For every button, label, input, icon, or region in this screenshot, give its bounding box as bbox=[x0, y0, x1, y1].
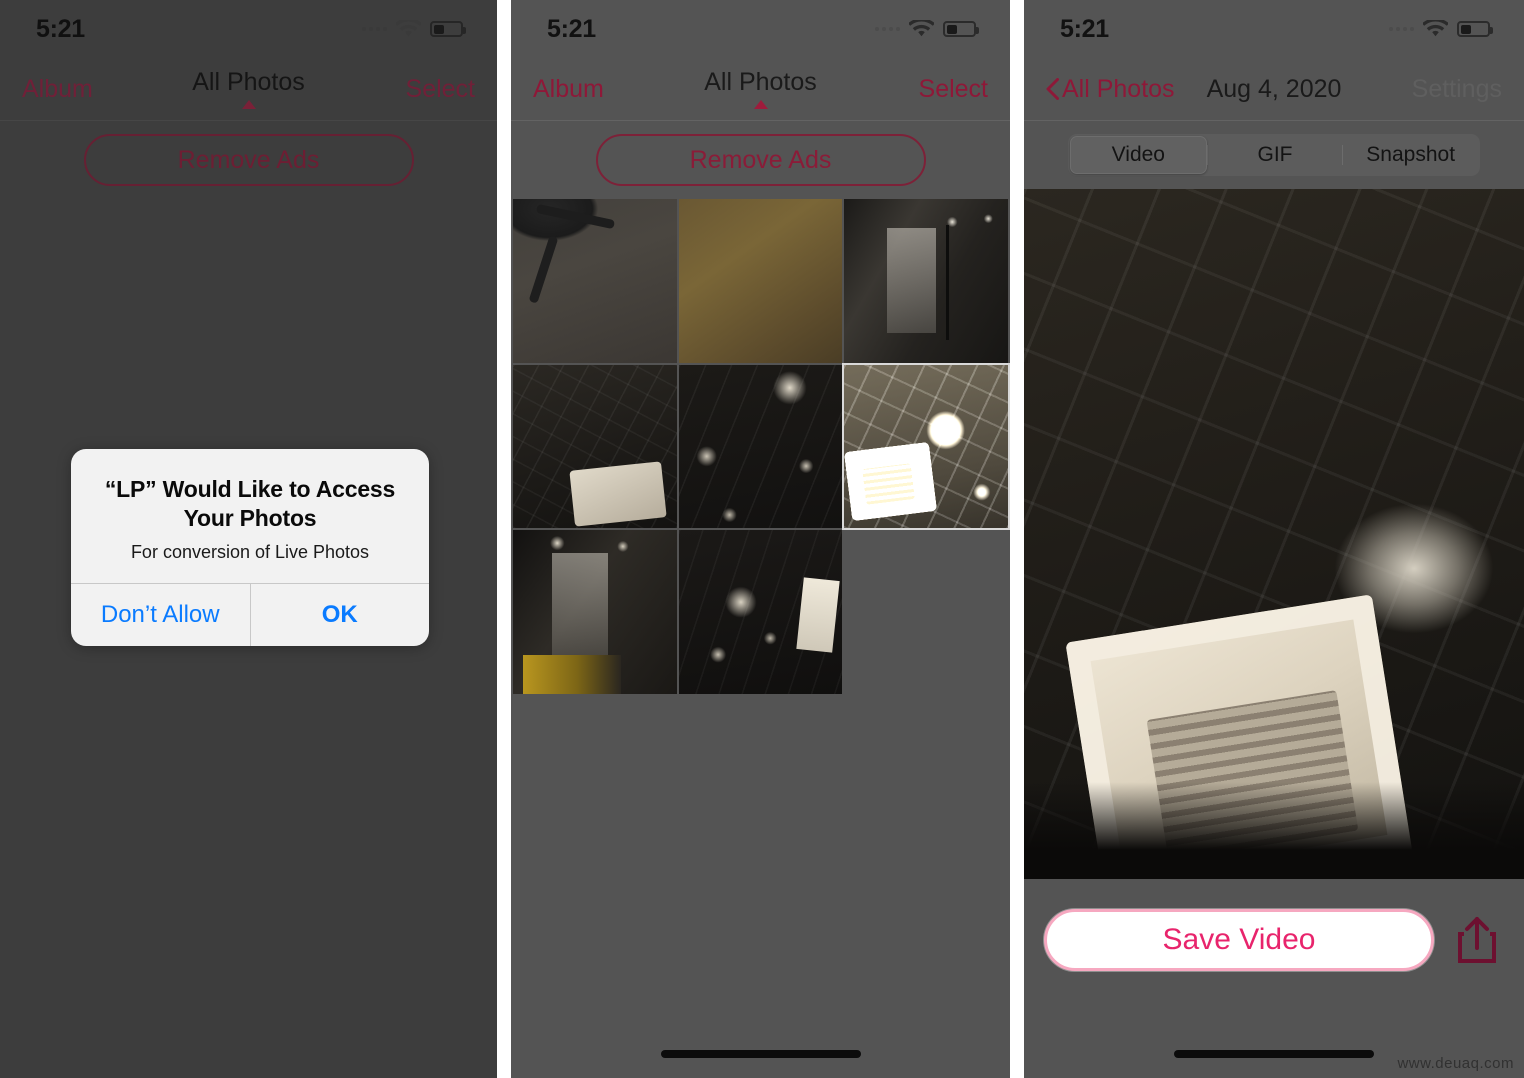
remove-ads-row: Remove Ads bbox=[511, 121, 1010, 199]
photo-thumbnail[interactable] bbox=[678, 530, 843, 695]
navigation-bar: Album All Photos Select bbox=[511, 58, 1010, 120]
settings-button[interactable]: Settings bbox=[1412, 75, 1502, 104]
photo-thumbnail[interactable] bbox=[513, 364, 677, 529]
dialog-message: For conversion of Live Photos bbox=[130, 541, 370, 562]
wifi-icon bbox=[396, 20, 421, 38]
status-bar: 5:21 bbox=[511, 0, 1010, 58]
wifi-icon bbox=[1423, 20, 1448, 38]
photo-thumbnail[interactable] bbox=[678, 199, 843, 363]
remove-ads-row: Remove Ads bbox=[0, 121, 497, 199]
ok-button[interactable]: OK bbox=[251, 584, 430, 646]
format-segmented-control[interactable]: Video GIF Snapshot bbox=[1068, 134, 1480, 176]
navigation-bar: Album All Photos Select bbox=[0, 58, 497, 120]
page-title: Aug 4, 2020 bbox=[1206, 74, 1342, 103]
bottom-action-bar: Save Video www.deuaq.com bbox=[1024, 885, 1524, 1078]
format-segmented-control-row: Video GIF Snapshot bbox=[1024, 121, 1524, 189]
status-bar-icons bbox=[1389, 20, 1493, 38]
photo-thumbnail[interactable] bbox=[678, 364, 843, 529]
panel-gap-1 bbox=[497, 0, 511, 1078]
dialog-actions: Don’t Allow OK bbox=[71, 583, 430, 646]
photo-permission-dialog: “LP” Would Like to Access Your Photos Fo… bbox=[71, 449, 429, 646]
album-button[interactable]: Album bbox=[533, 75, 604, 104]
home-indicator[interactable] bbox=[1174, 1050, 1374, 1058]
battery-icon bbox=[1457, 21, 1493, 37]
save-row: Save Video bbox=[1024, 907, 1524, 973]
status-bar-time: 5:21 bbox=[36, 14, 85, 43]
dialog-body: “LP” Would Like to Access Your Photos Fo… bbox=[71, 449, 429, 583]
panel-live-photo-detail: 5:21 All Photos Aug 4, 2020 Settings Vid… bbox=[1024, 0, 1524, 1078]
sort-caret-up-icon bbox=[241, 99, 256, 109]
save-video-button[interactable]: Save Video bbox=[1044, 909, 1434, 971]
segment-gif[interactable]: GIF bbox=[1208, 136, 1343, 174]
photo-grid bbox=[511, 199, 1010, 695]
album-button[interactable]: Album bbox=[22, 75, 93, 104]
dont-allow-button[interactable]: Don’t Allow bbox=[71, 584, 250, 646]
navigation-bar: All Photos Aug 4, 2020 Settings bbox=[1024, 58, 1524, 120]
wifi-icon bbox=[909, 20, 934, 38]
share-upload-icon[interactable] bbox=[1444, 907, 1510, 973]
photo-thumbnail[interactable] bbox=[513, 530, 677, 695]
cellular-dots-icon bbox=[875, 27, 900, 31]
page-title: All Photos bbox=[704, 67, 817, 96]
select-button[interactable]: Select bbox=[919, 75, 988, 104]
segment-snapshot[interactable]: Snapshot bbox=[1343, 136, 1478, 174]
sort-caret-up-icon bbox=[753, 99, 768, 109]
panel-permission-dialog: 5:21 Album All Photos Select Remove Ads bbox=[0, 0, 497, 1078]
photo-thumbnail[interactable] bbox=[844, 199, 1008, 363]
status-bar: 5:21 bbox=[0, 0, 497, 58]
photo-thumbnail-selected[interactable] bbox=[842, 362, 1010, 531]
page-title: All Photos bbox=[192, 67, 305, 96]
site-watermark: www.deuaq.com bbox=[1397, 1055, 1514, 1072]
status-bar-icons bbox=[362, 20, 466, 38]
panel-gap-2 bbox=[1010, 0, 1024, 1078]
panel-photo-grid: 5:21 Album All Photos Select Remove Ads bbox=[511, 0, 1010, 1078]
status-bar-time: 5:21 bbox=[1060, 14, 1109, 43]
dialog-title: “LP” Would Like to Access Your Photos bbox=[104, 476, 396, 531]
photo-preview[interactable] bbox=[1024, 189, 1524, 879]
status-bar-icons bbox=[875, 20, 979, 38]
back-to-all-photos-button[interactable]: All Photos bbox=[1046, 75, 1175, 104]
chevron-left-icon bbox=[1046, 78, 1059, 100]
battery-icon bbox=[943, 21, 979, 37]
back-button-label: All Photos bbox=[1062, 74, 1175, 103]
remove-ads-button[interactable]: Remove Ads bbox=[595, 134, 926, 186]
cellular-dots-icon bbox=[362, 27, 387, 31]
remove-ads-button[interactable]: Remove Ads bbox=[83, 134, 414, 186]
photo-thumbnail[interactable] bbox=[513, 199, 677, 363]
screenshot-root: 5:21 Album All Photos Select Remove Ads bbox=[0, 0, 1524, 1078]
status-bar-time: 5:21 bbox=[547, 14, 596, 43]
status-bar: 5:21 bbox=[1024, 0, 1524, 58]
segment-video[interactable]: Video bbox=[1070, 136, 1207, 174]
select-button[interactable]: Select bbox=[406, 75, 475, 104]
cellular-dots-icon bbox=[1389, 27, 1414, 31]
battery-icon bbox=[430, 21, 466, 37]
home-indicator[interactable] bbox=[660, 1050, 861, 1058]
